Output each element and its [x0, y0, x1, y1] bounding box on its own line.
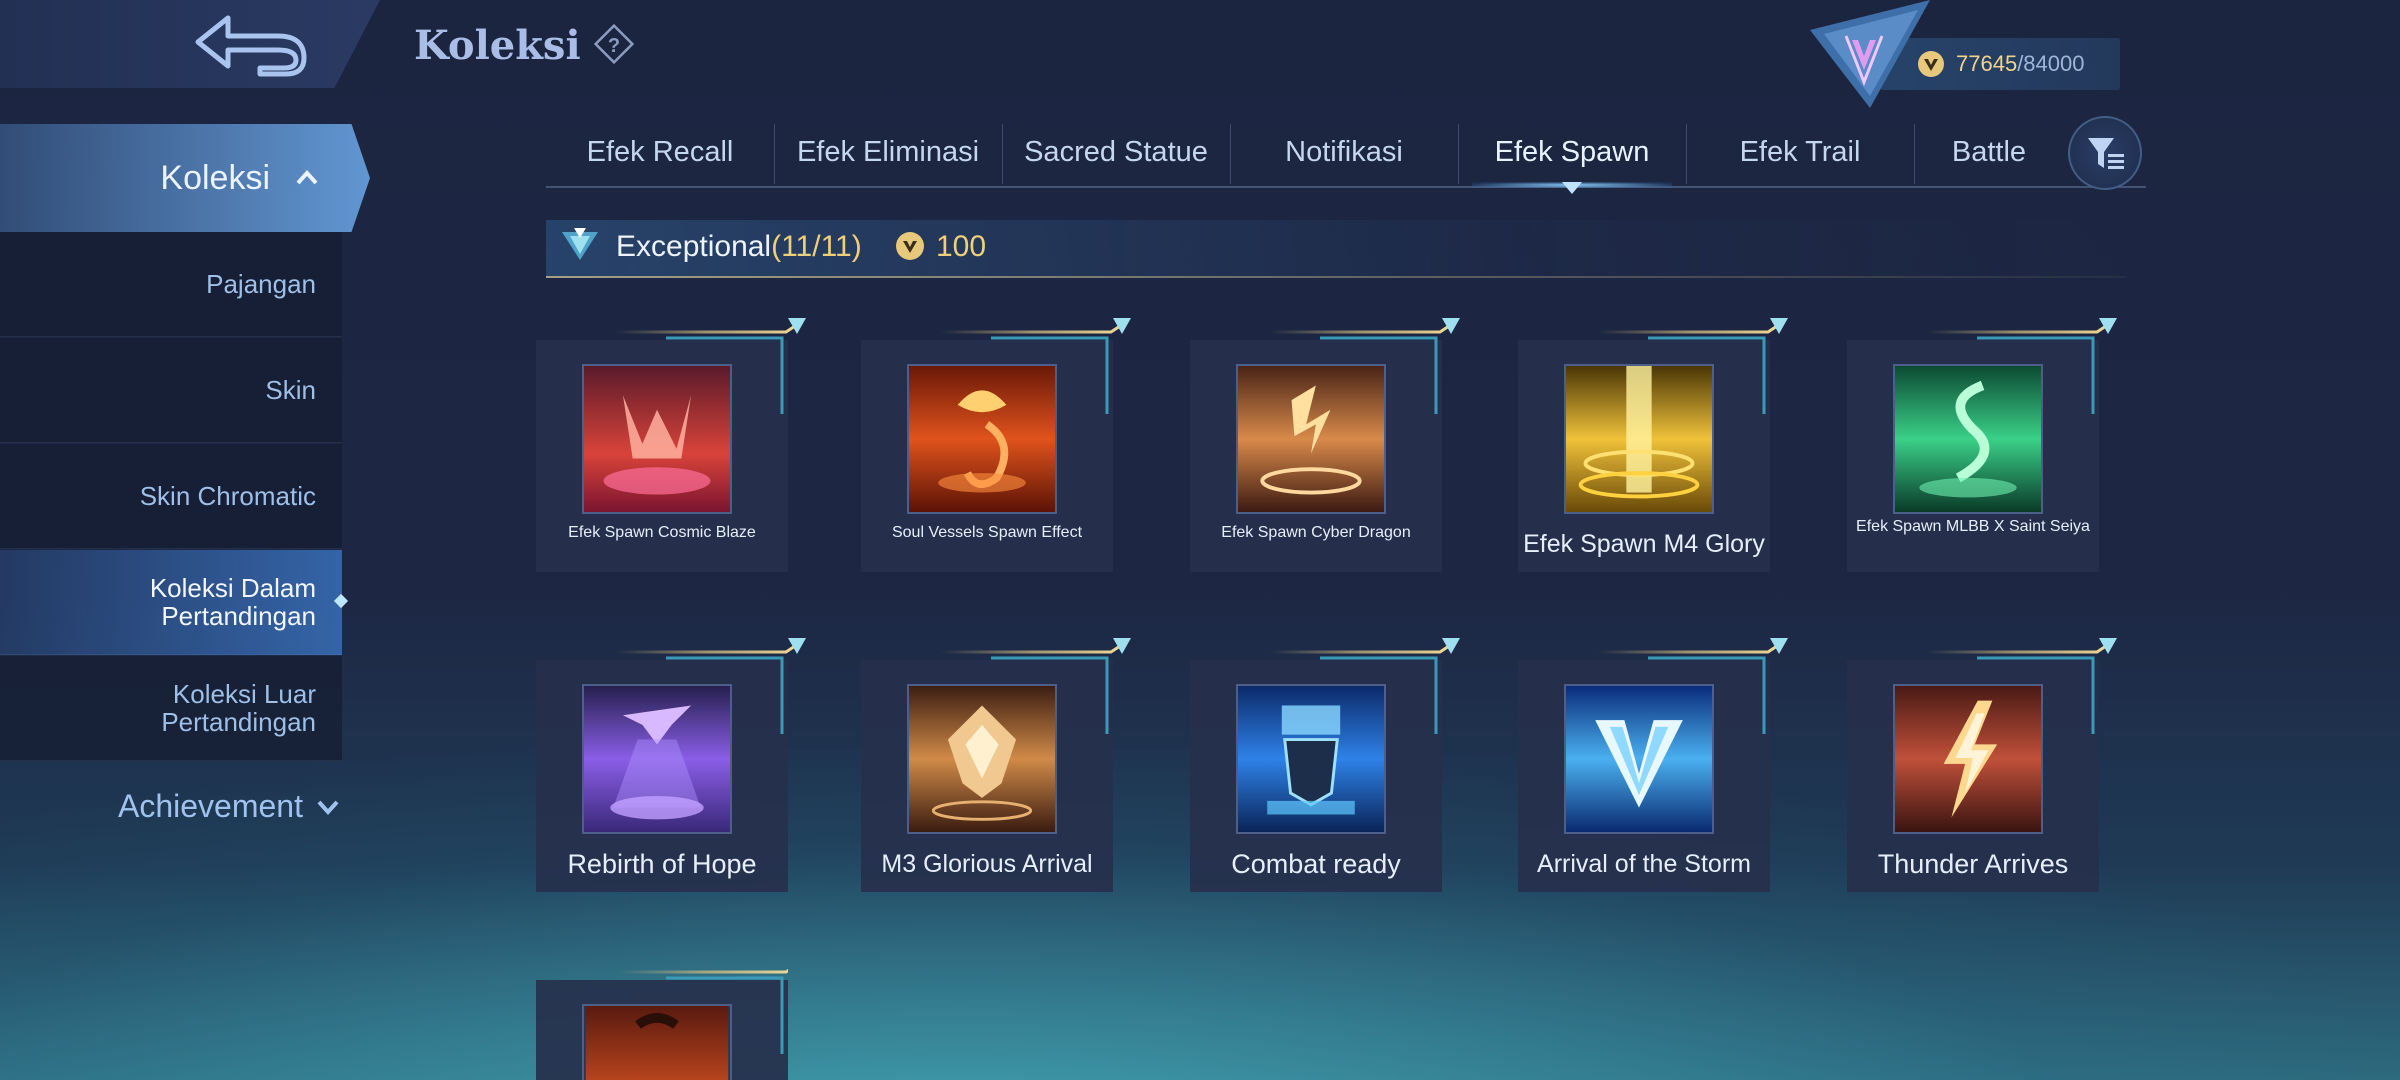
tab-bar: Efek Recall Efek Eliminasi Sacred Statue…: [546, 120, 2146, 194]
tab-efek-trail[interactable]: Efek Trail: [1686, 120, 1914, 184]
section-title-text: Exceptional: [616, 230, 772, 263]
card-label: Thunder Arrives: [1877, 849, 2069, 879]
card-label: Efek Spawn MLBB X Saint Seiya: [1856, 518, 2090, 535]
tab-notifikasi[interactable]: Notifikasi: [1230, 120, 1458, 184]
effect-thumbnail: [1236, 684, 1386, 834]
sidebar-item-skin-chromatic[interactable]: Skin Chromatic: [0, 444, 342, 549]
effect-card[interactable]: Soul Vessels Spawn Effect: [861, 318, 1131, 572]
sidebar-item-pajangan[interactable]: Pajangan: [0, 232, 342, 337]
effect-card[interactable]: M3 Glorious Arrival: [861, 638, 1131, 892]
sidebar-main-label: Koleksi: [160, 158, 270, 197]
filter-icon: [2088, 138, 2124, 169]
card-label: Arrival of the Storm: [1537, 850, 1751, 878]
tier-emblem-icon: [562, 228, 598, 260]
tab-label: Notifikasi: [1285, 135, 1403, 168]
achievement-label: Achievement: [118, 788, 303, 824]
sidebar-item-koleksi-luar-pertandingan[interactable]: Koleksi Luar Pertandingan: [0, 656, 342, 761]
sidebar-item-label: Skin: [265, 375, 316, 405]
active-indicator: [333, 593, 349, 609]
effect-card[interactable]: Efek Spawn M4 Glory: [1518, 318, 1788, 572]
currency-current: 77645: [1956, 51, 2018, 76]
tab-efek-recall[interactable]: Efek Recall: [546, 120, 774, 184]
question-icon[interactable]: ?: [592, 22, 636, 66]
effect-thumbnail: [907, 364, 1057, 514]
section-count: (11/11): [771, 230, 862, 263]
tab-label: Battle: [1951, 135, 2027, 168]
card-label: M3 Glorious Arrival: [881, 850, 1093, 878]
effect-card[interactable]: Efek Spawn Cosmic Blaze: [536, 318, 806, 572]
effect-card[interactable]: [536, 958, 788, 1080]
chevron-up-icon: [296, 170, 318, 185]
svg-text:?: ?: [608, 35, 620, 57]
sidebar-achievement[interactable]: Achievement: [118, 788, 343, 825]
chevron-down-icon: [317, 800, 339, 815]
card-label: Soul Vessels Spawn Effect: [891, 524, 1083, 541]
tab-sacred-statue[interactable]: Sacred Statue: [1002, 120, 1230, 184]
section-title: Exceptional(11/11): [616, 230, 862, 264]
tab-label: Efek Eliminasi: [796, 135, 980, 168]
card-label: Rebirth of Hope: [567, 849, 757, 879]
effect-card[interactable]: Efek Spawn Cyber Dragon: [1190, 318, 1460, 572]
effect-thumbnail: [1893, 684, 2043, 834]
tab-label: Efek Trail: [1739, 135, 1861, 168]
effect-thumbnail: [1236, 364, 1386, 514]
tab-label: Efek Recall: [586, 135, 734, 168]
card-label: Efek Spawn Cyber Dragon: [1221, 524, 1411, 541]
effect-thumbnail: [582, 1004, 732, 1080]
section-header: Exceptional(11/11) 100: [546, 220, 2126, 278]
coin-icon: [896, 232, 924, 260]
back-button[interactable]: [190, 10, 320, 78]
effect-thumbnail: [582, 364, 732, 514]
card-label: Efek Spawn Cosmic Blaze: [568, 524, 756, 541]
sidebar-main-koleksi[interactable]: Koleksi: [0, 124, 370, 232]
sidebar-item-skin[interactable]: Skin: [0, 338, 342, 443]
tab-efek-eliminasi[interactable]: Efek Eliminasi: [774, 120, 1002, 184]
effect-thumbnail: [907, 684, 1057, 834]
effect-card[interactable]: Arrival of the Storm: [1518, 638, 1788, 892]
effect-thumbnail: [582, 684, 732, 834]
effect-thumbnail: [1893, 364, 2043, 514]
sidebar-item-koleksi-dalam-pertandingan[interactable]: Koleksi Dalam Pertandingan: [0, 550, 349, 655]
back-arrow-icon: [195, 15, 307, 77]
tab-efek-spawn[interactable]: Efek Spawn: [1458, 120, 1686, 194]
effect-card[interactable]: Combat ready: [1190, 638, 1460, 892]
effect-thumbnail: [1564, 684, 1714, 834]
sidebar-item-label: Skin Chromatic: [139, 481, 316, 511]
card-label: Efek Spawn M4 Glory: [1523, 530, 1765, 558]
effect-card[interactable]: Rebirth of Hope: [536, 638, 806, 892]
sidebar-item-label: Pajangan: [206, 269, 316, 299]
sidebar-item-label: Koleksi Luar Pertandingan: [161, 679, 316, 737]
effect-card[interactable]: Thunder Arrives: [1847, 638, 2117, 892]
active-tab-marker-icon: [1562, 182, 1582, 194]
tab-label: Efek Spawn: [1494, 135, 1650, 168]
tab-label: Sacred Statue: [1024, 135, 1208, 168]
effect-thumbnail: [1564, 364, 1714, 514]
section-cost: 100: [936, 230, 987, 263]
card-label: Combat ready: [1231, 849, 1401, 879]
sidebar-item-label: Koleksi Dalam Pertandingan: [149, 573, 316, 631]
filter-button[interactable]: [2068, 116, 2142, 190]
rank-emblem-icon[interactable]: [1800, 0, 1930, 110]
page-title: Koleksi: [414, 22, 581, 69]
tab-battle[interactable]: Battle: [1914, 120, 2064, 184]
currency-max: /84000: [2017, 51, 2085, 76]
effect-card[interactable]: Efek Spawn MLBB X Saint Seiya: [1847, 318, 2117, 572]
